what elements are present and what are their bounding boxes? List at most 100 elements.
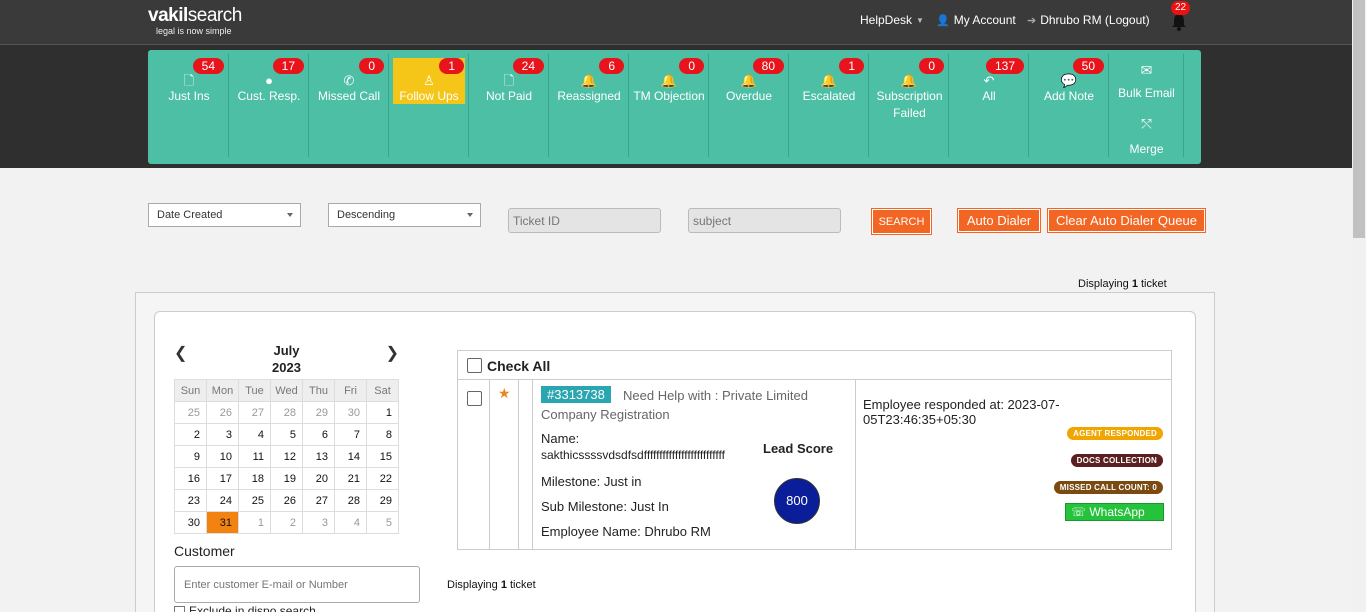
sub-milestone-text: Sub Milestone: Just In	[541, 499, 669, 514]
calendar-day[interactable]: 26	[270, 489, 303, 512]
calendar-day[interactable]: 24	[206, 489, 239, 512]
calendar-day[interactable]: 30	[334, 401, 367, 424]
calendar-day[interactable]: 14	[334, 445, 367, 468]
bell-icon: 🔔	[740, 73, 758, 88]
calendar-day[interactable]: 28	[334, 489, 367, 512]
chevron-right-icon[interactable]: ❯	[386, 343, 399, 363]
notification-bell-icon[interactable]	[1170, 12, 1188, 32]
scrollbar-thumb[interactable]	[1353, 0, 1365, 238]
tab-not-paid[interactable]: 🗋 Not Paid 24	[470, 54, 549, 157]
logout-link[interactable]: ➔ Dhrubo RM (Logout)	[1027, 13, 1150, 27]
top-bar: vakilsearch legal is now simple HelpDesk…	[0, 0, 1352, 45]
chevron-left-icon[interactable]: ❮	[174, 343, 187, 363]
tab-label: Overdue	[725, 89, 773, 103]
star-icon[interactable]: ★	[498, 385, 511, 402]
calendar-day[interactable]: 27	[238, 401, 271, 424]
my-account-link[interactable]: 👤 My Account	[936, 13, 1016, 27]
helpdesk-menu[interactable]: HelpDesk ▼	[860, 13, 924, 27]
calendar-day[interactable]: 1	[366, 401, 399, 424]
calendar-day[interactable]: 7	[334, 423, 367, 446]
calendar-day[interactable]: 9	[174, 445, 207, 468]
tab-subscription-failed[interactable]: 🔔 Subscription Failed 0	[870, 54, 949, 157]
tab-count-badge: 1	[439, 58, 464, 74]
calendar-day[interactable]: 27	[302, 489, 335, 512]
logo[interactable]: vakilsearch legal is now simple	[148, 6, 242, 37]
exclude-checkbox[interactable]	[174, 606, 185, 612]
calendar-day[interactable]: 5	[366, 511, 399, 534]
calendar-day[interactable]: 16	[174, 467, 207, 490]
calendar-day[interactable]: 19	[270, 467, 303, 490]
calendar-day[interactable]: 3	[206, 423, 239, 446]
employee-name-text: Employee Name: Dhrubo RM	[541, 524, 711, 539]
calendar-day[interactable]: 18	[238, 467, 271, 490]
sort-field-select[interactable]: Date Created	[148, 203, 301, 227]
check-all-checkbox[interactable]	[467, 358, 482, 373]
calendar-day[interactable]: 30	[174, 511, 207, 534]
ticket-id-input[interactable]	[508, 208, 661, 233]
calendar-day[interactable]: 1	[238, 511, 271, 534]
calendar-day[interactable]: 20	[302, 467, 335, 490]
calendar-day[interactable]: 2	[270, 511, 303, 534]
calendar-day[interactable]: 21	[334, 467, 367, 490]
customer-search-input[interactable]	[174, 566, 420, 603]
tab-label: Add Note	[1043, 89, 1095, 103]
subject-input[interactable]	[688, 208, 841, 233]
calendar-day[interactable]: 11	[238, 445, 271, 468]
merge-button[interactable]: ⤲ Merge	[1110, 116, 1183, 156]
tab-count-badge: 0	[359, 58, 384, 74]
tab-overdue[interactable]: 🔔 Overdue 80	[710, 54, 789, 157]
tab-missed-call[interactable]: ✆ Missed Call 0	[310, 54, 389, 157]
calendar-day[interactable]: 31	[206, 511, 239, 534]
tab-count-badge: 1	[839, 58, 864, 74]
calendar-day[interactable]: 29	[366, 489, 399, 512]
file-icon: 🗋	[183, 73, 195, 88]
calendar-day[interactable]: 26	[206, 401, 239, 424]
tab-count-badge: 80	[752, 58, 784, 74]
tab-escalated[interactable]: 🔔 Escalated 1	[790, 54, 869, 157]
tab-just-ins[interactable]: 🗋 Just Ins 54	[150, 54, 229, 157]
bell-icon: 🔔	[820, 73, 838, 88]
calendar-day[interactable]: 23	[174, 489, 207, 512]
ticket-row-checkbox[interactable]	[467, 391, 482, 406]
tab-tm-objection[interactable]: 🔔 TM Objection 0	[630, 54, 709, 157]
ticket-id-link[interactable]: #3313738	[541, 386, 611, 403]
calendar-day[interactable]: 25	[174, 401, 207, 424]
caret-down-icon: ▼	[916, 15, 924, 25]
calendar-day[interactable]: 4	[238, 423, 271, 446]
calendar-day[interactable]: 4	[334, 511, 367, 534]
calendar-day[interactable]: 15	[366, 445, 399, 468]
calendar-day[interactable]: 22	[366, 467, 399, 490]
tab-follow-ups[interactable]: ♙ Follow Ups 1	[390, 54, 469, 157]
calendar-day[interactable]: 12	[270, 445, 303, 468]
calendar-day[interactable]: 2	[174, 423, 207, 446]
tab-label: TM Objection	[633, 89, 705, 103]
calendar-day[interactable]: 29	[302, 401, 335, 424]
tab-reassigned[interactable]: 🔔 Reassigned 6	[550, 54, 629, 157]
calendar-day[interactable]: 25	[238, 489, 271, 512]
auto-dialer-button[interactable]: Auto Dialer	[957, 208, 1041, 233]
clear-auto-dialer-queue-button[interactable]: Clear Auto Dialer Queue	[1047, 208, 1206, 233]
calendar-day[interactable]: 13	[302, 445, 335, 468]
tab-all[interactable]: ↶ All 137	[950, 54, 1029, 157]
calendar-day[interactable]: 10	[206, 445, 239, 468]
calendar-day[interactable]: 6	[302, 423, 335, 446]
merge-label: Merge	[1129, 142, 1164, 156]
calendar-day[interactable]: 3	[302, 511, 335, 534]
sort-order-select[interactable]: Descending	[328, 203, 481, 227]
lead-score-circle: 800	[774, 478, 820, 524]
calendar-day[interactable]: 5	[270, 423, 303, 446]
whatsapp-button[interactable]: ☏ WhatsApp Me!	[1065, 503, 1164, 535]
bell-icon: 🔔	[660, 73, 678, 88]
calendar-day[interactable]: 8	[366, 423, 399, 446]
tab-cust-resp[interactable]: ● Cust. Resp. 17	[230, 54, 309, 157]
calendar-day[interactable]: 17	[206, 467, 239, 490]
logout-label: Dhrubo RM (Logout)	[1040, 13, 1150, 27]
tab-label: Cust. Resp.	[237, 89, 301, 103]
tab-label: Subscription Failed	[876, 89, 943, 120]
bulk-email-button[interactable]: ✉ Bulk Email	[1110, 62, 1183, 100]
sort-field-value: Date Created	[157, 209, 223, 221]
tab-add-note[interactable]: 💬 Add Note 50	[1030, 54, 1109, 157]
calendar-day[interactable]: 28	[270, 401, 303, 424]
search-button[interactable]: SEARCH	[871, 208, 932, 235]
check-all-label: Check All	[487, 358, 551, 374]
